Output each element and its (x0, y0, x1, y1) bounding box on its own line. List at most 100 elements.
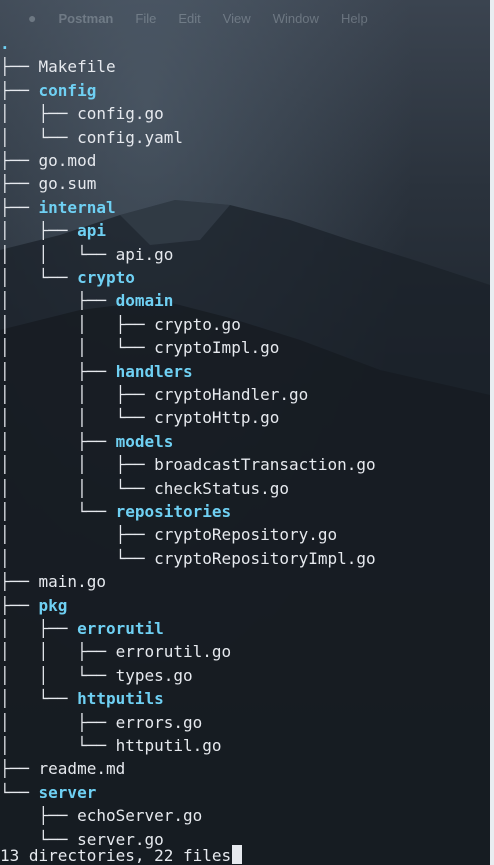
tree-guide: │ └── (0, 268, 78, 287)
tree-guide: │ └── (0, 548, 155, 568)
tree-guide: ├── (0, 759, 39, 779)
tree-row-file: │ │ ├── broadcastTransaction.go (0, 453, 376, 476)
directory-name: pkg (38, 595, 68, 615)
tree-row-directory: │ ├── domain (0, 289, 173, 312)
file-name: cryptoRepository.go (154, 525, 338, 545)
window-edge (490, 0, 494, 865)
tree-guide: │ ├── (0, 221, 78, 241)
file-name: checkStatus.go (154, 478, 289, 498)
tree-guide: │ ├── (0, 431, 116, 451)
file-name: config.go (77, 104, 164, 124)
tree-guide: │ │ └── (0, 408, 155, 428)
menu-bar: ● Postman File Edit View Window Help (0, 0, 490, 36)
directory-name: domain (115, 291, 174, 311)
file-name: broadcastTransaction.go (154, 455, 376, 475)
summary-line: 13 directories, 22 files (0, 844, 243, 865)
tree-row-directory: │ └── repositories (0, 500, 231, 523)
tree-guide: ├── (0, 151, 39, 170)
file-name: cryptoHttp.go (154, 408, 280, 428)
terminal-cursor (232, 845, 243, 864)
tree-row-file: ├── readme.md (0, 757, 125, 780)
file-name: Makefile (38, 57, 116, 77)
tree-row-file: │ └── cryptoRepositoryImpl.go (0, 547, 376, 570)
file-name: cryptoRepositoryImpl.go (154, 548, 376, 568)
tree-guide: │ ├── (0, 291, 116, 311)
directory-name: crypto (77, 268, 135, 287)
tree-row-file: │ └── httputil.go (0, 734, 222, 757)
tree-row-directory: └── server (0, 781, 96, 804)
directory-name: models (115, 431, 174, 451)
tree-guide: │ └── (0, 502, 116, 521)
menu-edit[interactable]: Edit (178, 11, 200, 26)
directory-name: httputils (77, 689, 164, 709)
tree-guide: ├── (0, 806, 78, 826)
tree-row-file: │ │ └── types.go (0, 664, 193, 687)
menu-help[interactable]: Help (341, 11, 368, 26)
tree-guide: │ ├── (0, 619, 78, 638)
tree-row-file: │ │ └── api.go (0, 243, 173, 266)
directory-name: . (0, 34, 10, 53)
file-name: config.yaml (77, 127, 184, 147)
tree-guide: │ ├── (0, 525, 155, 545)
tree-guide: │ │ ├── (0, 385, 155, 404)
file-name: crypto.go (154, 314, 241, 334)
tree-row-directory: ├── config (0, 79, 96, 102)
tree-row-file: │ │ ├── crypto.go (0, 313, 241, 336)
terminal-window[interactable]: ● Postman File Edit View Window Help . ├─… (0, 0, 490, 865)
menu-file[interactable]: File (135, 11, 156, 26)
tree-guide: │ └── (0, 127, 78, 147)
file-name: errors.go (115, 712, 203, 732)
tree-row-directory: ├── pkg (0, 594, 67, 617)
tree-guide: ├── (0, 80, 39, 100)
tree-row-directory: │ ├── errorutil (0, 617, 164, 640)
tree-row-directory: │ ├── handlers (0, 360, 193, 383)
tree-row-directory: ├── internal (0, 196, 116, 219)
file-name: types.go (115, 665, 193, 685)
directory-name: config (38, 80, 97, 100)
apple-icon: ● (28, 10, 37, 26)
tree-guide: │ ├── (0, 104, 78, 124)
menu-view[interactable]: View (223, 11, 251, 26)
file-name: cryptoImpl.go (154, 338, 280, 358)
tree-row-file: ├── echoServer.go (0, 804, 203, 827)
directory-name: errorutil (77, 619, 164, 638)
tree-guide: │ │ └── (0, 338, 155, 358)
tree-guide: │ ├── (0, 361, 116, 381)
tree-row-file: │ │ ├── cryptoHandler.go (0, 383, 308, 406)
tree-row-directory: │ ├── api (0, 219, 106, 242)
tree-row-file: ├── go.mod (0, 149, 96, 172)
tree-guide: └── (0, 782, 39, 802)
tree-row-file: │ │ └── cryptoImpl.go (0, 336, 279, 359)
file-name: go.mod (38, 151, 97, 170)
tree-guide: ├── (0, 174, 39, 194)
file-name: go.sum (38, 174, 97, 194)
tree-guide: │ │ ├── (0, 642, 116, 662)
tree-guide: ├── (0, 595, 39, 615)
tree-guide: │ └── (0, 689, 78, 709)
tree-row-file: │ └── config.yaml (0, 126, 183, 149)
tree-row-file: │ │ └── cryptoHttp.go (0, 406, 279, 429)
tree-row-file: │ │ ├── errorutil.go (0, 640, 231, 663)
tree-row-file: │ ├── cryptoRepository.go (0, 523, 337, 546)
tree-row-directory: . (0, 32, 10, 55)
directory-name: internal (38, 197, 116, 217)
tree-guide: │ ├── (0, 712, 116, 732)
file-name: main.go (38, 572, 106, 592)
tree-guide: ├── (0, 572, 39, 592)
directory-name: repositories (115, 502, 232, 521)
tree-row-directory: │ └── crypto (0, 266, 135, 289)
tree-row-directory: │ ├── models (0, 430, 173, 453)
tree-row-file: │ ├── errors.go (0, 711, 202, 734)
menu-app-name[interactable]: Postman (58, 11, 113, 26)
summary-text: 13 directories, 22 files (0, 846, 232, 865)
tree-guide: ├── (0, 57, 39, 77)
tree-guide: │ └── (0, 736, 116, 755)
tree-row-file: ├── main.go (0, 570, 106, 593)
file-name: httputil.go (115, 736, 222, 755)
menu-window[interactable]: Window (273, 11, 319, 26)
tree-guide: │ │ ├── (0, 455, 155, 475)
tree-row-file: │ ├── config.go (0, 102, 164, 125)
tree-guide: │ │ ├── (0, 314, 155, 334)
file-name: api.go (115, 244, 174, 264)
file-name: cryptoHandler.go (154, 385, 309, 404)
